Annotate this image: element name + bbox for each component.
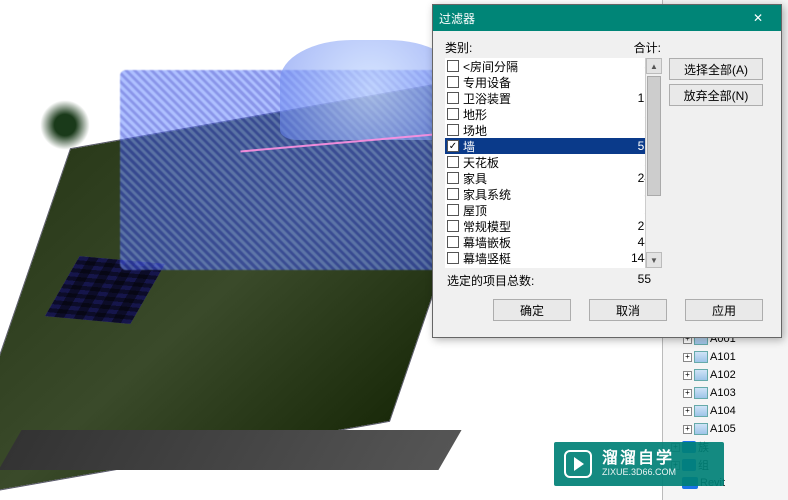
category-label: 幕墙竖梃 <box>463 250 623 267</box>
sheet-label: A103 <box>710 387 736 399</box>
category-row[interactable]: 场地3 <box>445 122 661 138</box>
watermark-title: 溜溜自学 <box>602 450 676 468</box>
sheet-label: A101 <box>710 351 736 363</box>
scroll-up-icon[interactable]: ▲ <box>646 58 662 74</box>
sheet-label: A102 <box>710 369 736 381</box>
category-label: 幕墙嵌板 <box>463 234 623 251</box>
category-row[interactable]: 专用设备7 <box>445 74 661 90</box>
category-row[interactable]: 地形2 <box>445 106 661 122</box>
checkbox[interactable] <box>447 188 459 200</box>
category-label: 卫浴装置 <box>463 90 623 107</box>
tree-row-sheet[interactable]: + A103 <box>665 384 786 402</box>
close-icon: ✕ <box>753 11 763 25</box>
filter-dialog: 过滤器 ✕ 类别: 合计: <房间分隔3专用设备7卫浴装置12地形2场地3 ✓ 墙 5… <box>432 4 782 338</box>
checkbox[interactable] <box>447 252 459 264</box>
scroll-down-icon[interactable]: ▼ <box>646 252 662 268</box>
category-label: 家具 <box>463 170 623 187</box>
scroll-thumb[interactable] <box>647 76 661 196</box>
checkbox[interactable] <box>447 204 459 216</box>
checkbox[interactable] <box>447 60 459 72</box>
watermark-url: ZIXUE.3D66.COM <box>602 468 676 478</box>
category-label: 地形 <box>463 106 623 123</box>
checkbox[interactable] <box>447 172 459 184</box>
category-row[interactable]: 幕墙嵌板44 <box>445 234 661 250</box>
tree-row-sheet[interactable]: + A104 <box>665 402 786 420</box>
checkbox[interactable] <box>447 124 459 136</box>
category-row[interactable]: <房间分隔3 <box>445 58 661 74</box>
category-row[interactable]: 常规模型25 <box>445 218 661 234</box>
checkbox[interactable] <box>447 92 459 104</box>
category-label: 专用设备 <box>463 74 623 91</box>
select-all-button[interactable]: 选择全部(A) <box>669 58 763 80</box>
header-total: 合计: <box>634 39 661 56</box>
apply-button[interactable]: 应用 <box>685 299 763 321</box>
sheet-label: A104 <box>710 405 736 417</box>
cancel-button[interactable]: 取消 <box>589 299 667 321</box>
checkbox[interactable] <box>447 76 459 88</box>
category-label: 天花板 <box>463 154 623 171</box>
tree-icon <box>40 100 90 150</box>
checkbox[interactable] <box>447 108 459 120</box>
category-label: 场地 <box>463 122 623 139</box>
sheet-icon <box>694 405 708 417</box>
category-row[interactable]: 屋顶2 <box>445 202 661 218</box>
category-list[interactable]: <房间分隔3专用设备7卫浴装置12地形2场地3✓墙55天花板2家具24家具系统3… <box>445 58 661 268</box>
category-row[interactable]: ✓墙55 <box>445 138 661 154</box>
deselect-all-button[interactable]: 放弃全部(N) <box>669 84 763 106</box>
total-label: 选定的项目总数: <box>447 272 534 289</box>
category-label: 墙 <box>463 138 623 155</box>
category-label: 家具系统 <box>463 186 623 203</box>
category-row[interactable]: 家具系统3 <box>445 186 661 202</box>
tree-row-sheet[interactable]: + A101 <box>665 348 786 366</box>
expander-icon[interactable]: + <box>683 425 692 434</box>
total-row: 选定的项目总数: 55 <box>445 268 661 295</box>
dialog-title: 过滤器 <box>439 10 475 27</box>
checkbox[interactable] <box>447 236 459 248</box>
tree-row-sheet[interactable]: + A105 <box>665 420 786 438</box>
checkbox[interactable]: ✓ <box>447 140 459 152</box>
close-button[interactable]: ✕ <box>741 9 775 27</box>
sheet-label: A105 <box>710 423 736 435</box>
scrollbar[interactable]: ▲ ▼ <box>645 58 661 268</box>
terrain-side <box>0 430 462 470</box>
sheet-icon <box>694 387 708 399</box>
expander-icon[interactable]: + <box>683 353 692 362</box>
category-row[interactable]: 卫浴装置12 <box>445 90 661 106</box>
category-label: 屋顶 <box>463 202 623 219</box>
category-label: <房间分隔 <box>463 58 623 75</box>
header-category: 类别: <box>445 39 472 56</box>
expander-icon[interactable]: + <box>683 407 692 416</box>
sheet-icon <box>694 351 708 363</box>
sheet-icon <box>694 423 708 435</box>
expander-icon[interactable]: + <box>683 371 692 380</box>
category-row[interactable]: 天花板2 <box>445 154 661 170</box>
total-value: 55 <box>638 272 651 289</box>
checkbox[interactable] <box>447 156 459 168</box>
watermark: 溜溜自学 ZIXUE.3D66.COM <box>554 442 724 486</box>
dialog-titlebar[interactable]: 过滤器 ✕ <box>433 5 781 31</box>
play-icon <box>564 450 592 478</box>
sheet-icon <box>694 369 708 381</box>
category-row[interactable]: 幕墙网格32 <box>445 266 661 268</box>
category-row[interactable]: 家具24 <box>445 170 661 186</box>
category-label: 常规模型 <box>463 218 623 235</box>
category-label: 幕墙网格 <box>463 266 623 269</box>
expander-icon[interactable]: + <box>683 389 692 398</box>
category-row[interactable]: 幕墙竖梃144 <box>445 250 661 266</box>
tree-row-sheet[interactable]: + A102 <box>665 366 786 384</box>
checkbox[interactable] <box>447 220 459 232</box>
ok-button[interactable]: 确定 <box>493 299 571 321</box>
